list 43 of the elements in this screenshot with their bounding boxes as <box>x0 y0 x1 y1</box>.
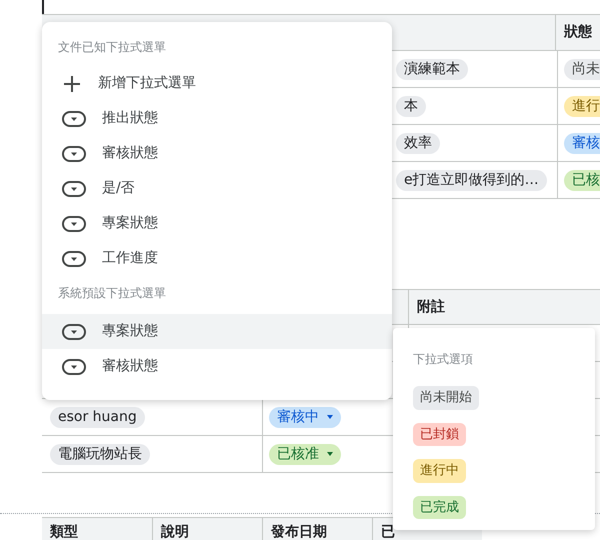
menu-item[interactable]: 審核狀態 <box>42 349 392 384</box>
popup-title: 下拉式選項 <box>413 351 474 368</box>
option-chip[interactable]: 已封鎖 <box>413 422 466 446</box>
status-dropdown-chip[interactable]: 審核中 <box>269 406 341 428</box>
status-chip[interactable]: 尚未 <box>564 58 600 80</box>
option-chip[interactable]: 進行中 <box>413 459 466 482</box>
menu-section-title: 文件已知下拉式選單 <box>57 39 167 56</box>
caret-icon <box>327 415 333 419</box>
option-chip[interactable]: 尚未開始 <box>413 386 479 410</box>
person-chip[interactable]: e打造立即做得到的… <box>396 170 547 190</box>
dropdown-chip-icon <box>62 110 86 126</box>
table-header-cell-text: 類型 <box>49 523 79 540</box>
dropdown-chip-icon <box>62 250 86 266</box>
text-cursor <box>42 0 44 14</box>
person-chip[interactable]: 演練範本 <box>396 58 468 80</box>
person-chip[interactable]: 電腦玩物站長 <box>50 444 150 464</box>
menu-item[interactable]: 新增下拉式選單 <box>42 66 392 101</box>
menu-section-title: 系統預設下拉式選單 <box>57 285 167 302</box>
plus-icon <box>62 74 82 94</box>
menu-item[interactable]: 工作進度 <box>42 241 392 276</box>
table-header-cell: 狀態 <box>555 15 600 50</box>
table-header-cell: 發布日期 <box>262 518 372 540</box>
menu-item[interactable]: 是/否 <box>42 171 392 206</box>
dropdown-chip-icon <box>62 358 86 374</box>
status-dropdown-chip[interactable]: 已核准 <box>269 444 341 464</box>
status-chip[interactable]: 已核 <box>564 170 600 190</box>
dropdown-chip-icon <box>62 216 86 232</box>
menu-item[interactable]: 審核狀態 <box>42 136 392 171</box>
dropdown-chip-icon <box>62 146 86 162</box>
option-chip[interactable]: 已完成 <box>413 496 466 519</box>
status-chip[interactable]: 審核 <box>564 132 600 154</box>
table-header-cell: 說明 <box>152 518 262 540</box>
person-chip[interactable]: 效率 <box>396 132 440 154</box>
person-chip[interactable]: 本 <box>396 96 426 116</box>
person-chip[interactable]: esor huang <box>50 406 145 428</box>
dropdown-chip-icon <box>62 324 86 340</box>
menu-item[interactable]: 推出狀態 <box>42 101 392 136</box>
table-header-cell: 附註 <box>408 290 600 324</box>
status-chip[interactable]: 進行 <box>564 96 600 116</box>
menu-item[interactable]: 專案狀態 <box>42 314 392 349</box>
menu-item[interactable]: 專案狀態 <box>42 206 392 241</box>
dropdown-chip-icon <box>62 180 86 196</box>
caret-icon <box>327 452 333 456</box>
